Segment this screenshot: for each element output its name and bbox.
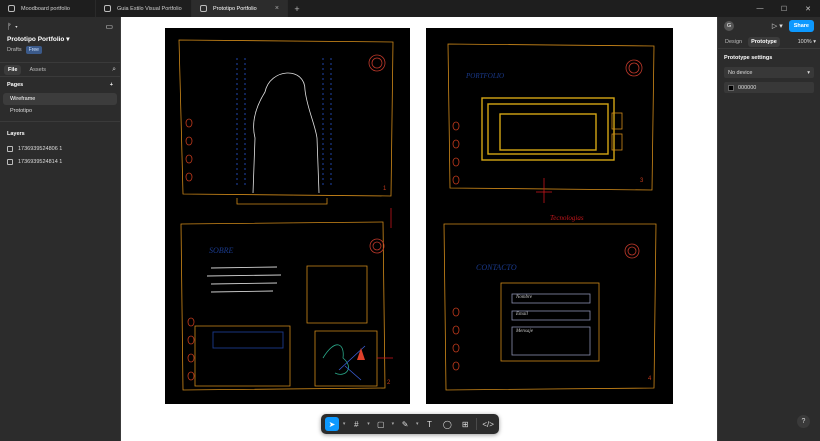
- left-panel: ᚠ ▾ ▭ Prototipo Portfolio ▾ Drafts Free …: [0, 17, 121, 441]
- file-icon: [8, 5, 15, 12]
- page-item-wireframe[interactable]: Wireframe: [3, 93, 117, 105]
- layer-item[interactable]: 1736939524806 1: [0, 142, 120, 155]
- avatar[interactable]: G: [724, 21, 734, 31]
- color-swatch[interactable]: [728, 84, 734, 91]
- comment-tool-icon[interactable]: ◯: [440, 417, 454, 431]
- rectangle-tool-icon[interactable]: ▢: [374, 417, 388, 431]
- layers-heading: Layers: [7, 131, 25, 137]
- close-icon[interactable]: ×: [275, 5, 279, 12]
- pages-heading: Pages: [7, 82, 24, 88]
- share-button[interactable]: Share: [788, 20, 814, 32]
- sketch-image-1[interactable]: SOBRE 1 2: [165, 28, 410, 404]
- sketch-image-2[interactable]: PORTFOLIO CONTACTO Tecnologias Nombre Em…: [426, 28, 673, 404]
- project-title[interactable]: Prototipo Portfolio ▾: [7, 35, 113, 43]
- right-panel: G ▷ ▾ Share Design Prototype 100% ▾ Prot…: [717, 17, 820, 441]
- tab-prototipo[interactable]: Prototipo Portfolio ×: [192, 0, 288, 17]
- canvas[interactable]: SOBRE 1 2 PORTFOLIO CONTACTO Tecnologias…: [121, 17, 717, 441]
- sketch-number-4: 4: [648, 376, 652, 382]
- chevron-down-icon[interactable]: ▾: [392, 421, 395, 427]
- move-tool-icon[interactable]: ➤: [325, 417, 339, 431]
- sketch-label-nombre: Nombre: [516, 295, 532, 300]
- text-tool-icon[interactable]: T: [423, 417, 437, 431]
- tab-moodboard[interactable]: Moodboard portfolio: [0, 0, 96, 17]
- figma-menu-icon[interactable]: ᚠ ▾: [7, 22, 19, 31]
- new-tab-button[interactable]: +: [288, 0, 306, 17]
- chevron-down-icon[interactable]: ▾: [343, 421, 346, 427]
- add-page-icon[interactable]: +: [110, 82, 113, 88]
- tab-bar: Moodboard portfolio Guia Estilo Visual P…: [0, 0, 820, 17]
- file-icon: [104, 5, 111, 12]
- layer-item[interactable]: 1736939524814 1: [0, 155, 120, 168]
- tab-label: Prototipo Portfolio: [213, 5, 257, 12]
- tab-label: Moodboard portfolio: [21, 5, 70, 12]
- tab-design[interactable]: Design: [722, 37, 745, 47]
- present-play-icon[interactable]: ▷ ▾: [772, 22, 783, 30]
- sketch-number-2: 2: [387, 380, 391, 386]
- frame-tool-icon[interactable]: #: [349, 417, 363, 431]
- sketch-label-contacto: CONTACTO: [476, 263, 517, 272]
- maximize-icon[interactable]: ☐: [772, 0, 796, 17]
- close-window-icon[interactable]: ✕: [796, 0, 820, 17]
- tab-guia-estilo[interactable]: Guia Estilo Visual Portfolio: [96, 0, 192, 17]
- panel-toggle-icon[interactable]: ▭: [105, 22, 113, 31]
- zoom-level[interactable]: 100% ▾: [798, 39, 816, 45]
- chevron-down-icon[interactable]: ▾: [367, 421, 370, 427]
- search-icon[interactable]: ⌕: [112, 66, 116, 74]
- sketch-label-mensaje: Mensaje: [516, 329, 533, 334]
- bottom-toolbar: ➤ ▾ # ▾ ▢ ▾ ✎ ▾ T ◯ ⊞ </>: [321, 414, 499, 434]
- tab-label: Guia Estilo Visual Portfolio: [117, 5, 182, 12]
- image-icon: [7, 158, 13, 165]
- help-button[interactable]: ?: [797, 415, 810, 428]
- project-status: Drafts: [7, 47, 22, 53]
- device-select[interactable]: No device ▾: [724, 67, 814, 78]
- window-controls: — ☐ ✕: [748, 0, 820, 17]
- chevron-down-icon[interactable]: ▾: [416, 421, 419, 427]
- plan-badge: Free: [25, 46, 42, 54]
- dev-mode-icon[interactable]: </>: [481, 417, 495, 431]
- tab-file[interactable]: File: [4, 64, 22, 75]
- sketch-number-3: 3: [640, 178, 644, 184]
- sketch-label-tecnologias: Tecnologias: [550, 214, 584, 222]
- page-item-prototipo[interactable]: Prototipo: [3, 105, 117, 117]
- actions-icon[interactable]: ⊞: [458, 417, 472, 431]
- tab-assets[interactable]: Assets: [25, 65, 50, 75]
- sketch-number-1: 1: [383, 186, 387, 192]
- wireframe-sketch-1: [178, 39, 394, 391]
- file-icon: [200, 5, 207, 12]
- sketch-label-portfolio: PORTFOLIO: [466, 72, 505, 80]
- minimize-icon[interactable]: —: [748, 0, 772, 17]
- tab-prototype[interactable]: Prototype: [748, 36, 780, 47]
- background-color-field[interactable]: 000000: [724, 82, 814, 93]
- pen-tool-icon[interactable]: ✎: [398, 417, 412, 431]
- chevron-down-icon: ▾: [807, 69, 810, 76]
- prototype-settings-heading: Prototype settings: [724, 55, 773, 61]
- sketch-label-sobre: SOBRE: [209, 246, 234, 255]
- sketch-label-email: Email: [516, 312, 528, 317]
- image-icon: [7, 145, 13, 152]
